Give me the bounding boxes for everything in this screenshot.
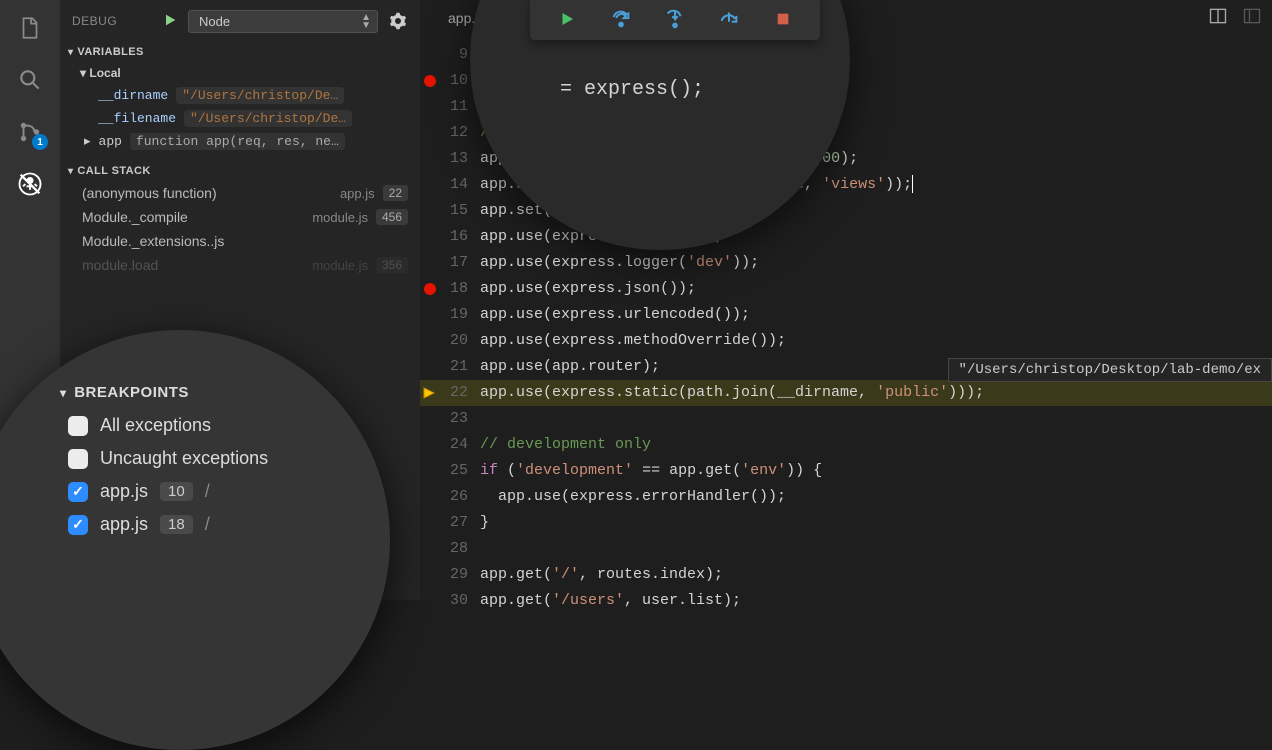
chevron-down-icon: ▾ xyxy=(68,47,73,58)
chevron-updown-icon: ▲▼ xyxy=(361,14,371,30)
checkbox-checked[interactable] xyxy=(68,482,88,502)
chevron-down-icon: ▾ xyxy=(68,166,73,177)
breakpoint-marker-icon[interactable] xyxy=(424,283,436,295)
step-over-icon[interactable] xyxy=(609,7,633,31)
breakpoint-uncaught-exceptions[interactable]: Uncaught exceptions xyxy=(60,448,390,469)
step-into-icon[interactable] xyxy=(663,7,687,31)
variable-name: app xyxy=(99,134,122,149)
variable-row[interactable]: __filename "/Users/christop/De… xyxy=(60,107,420,130)
stop-icon[interactable] xyxy=(771,7,795,31)
breakpoint-marker-icon[interactable] xyxy=(424,75,436,87)
start-debug-icon[interactable] xyxy=(162,12,178,31)
callstack-row[interactable]: module.load module.js 356 xyxy=(60,253,420,277)
hover-tooltip: "/Users/christop/Desktop/lab-demo/ex xyxy=(948,358,1272,382)
variable-name: __dirname xyxy=(98,88,168,103)
more-icon[interactable] xyxy=(1242,6,1262,29)
debug-title: DEBUG xyxy=(72,14,152,28)
variables-section-header[interactable]: ▾ VARIABLES xyxy=(60,42,420,62)
breakpoint-all-exceptions[interactable]: All exceptions xyxy=(60,415,390,436)
variable-row[interactable]: __dirname "/Users/christop/De… xyxy=(60,84,420,107)
debug-toolbar xyxy=(530,0,820,40)
source-control-badge: 1 xyxy=(32,134,48,150)
current-line-icon xyxy=(423,386,437,400)
breakpoint-line: 18 xyxy=(160,515,193,534)
variable-value: "/Users/christop/De… xyxy=(176,87,344,104)
variable-name: __filename xyxy=(98,111,176,126)
continue-icon[interactable] xyxy=(555,7,579,31)
lens-code-snippet: = express(); xyxy=(560,78,704,101)
variable-value: function app(req, res, ne… xyxy=(130,133,345,150)
debug-config-select[interactable]: Node ▲▼ xyxy=(188,10,378,33)
checkbox-unchecked[interactable] xyxy=(68,416,88,436)
debug-icon[interactable] xyxy=(16,170,44,198)
callstack-section-header[interactable]: ▾ CALL STACK xyxy=(60,161,420,181)
split-editor-icon[interactable] xyxy=(1208,6,1228,29)
breakpoint-row[interactable]: app.js 10 / xyxy=(60,481,390,502)
variable-row[interactable]: ▸ app function app(req, res, ne… xyxy=(60,130,420,153)
source-control-icon[interactable]: 1 xyxy=(16,118,44,146)
callstack-row[interactable]: Module._extensions..js xyxy=(60,229,420,253)
callstack-row[interactable]: (anonymous function) app.js 22 xyxy=(60,181,420,205)
checkbox-unchecked[interactable] xyxy=(68,449,88,469)
gear-icon[interactable] xyxy=(388,12,408,30)
callstack-row[interactable]: Module._compile module.js 456 xyxy=(60,205,420,229)
chevron-right-icon: ▸ xyxy=(84,134,91,149)
chevron-down-icon: ▾ xyxy=(60,386,74,400)
search-icon[interactable] xyxy=(16,66,44,94)
local-scope-header[interactable]: ▾ Local xyxy=(60,62,420,84)
chevron-down-icon: ▾ xyxy=(80,66,89,80)
step-out-icon[interactable] xyxy=(717,7,741,31)
breakpoint-line: 10 xyxy=(160,482,193,501)
checkbox-checked[interactable] xyxy=(68,515,88,535)
explorer-icon[interactable] xyxy=(16,14,44,42)
breakpoint-row[interactable]: app.js 18 / xyxy=(60,514,390,535)
debug-config-label: Node xyxy=(199,14,230,29)
variable-value: "/Users/christop/De… xyxy=(184,110,352,127)
